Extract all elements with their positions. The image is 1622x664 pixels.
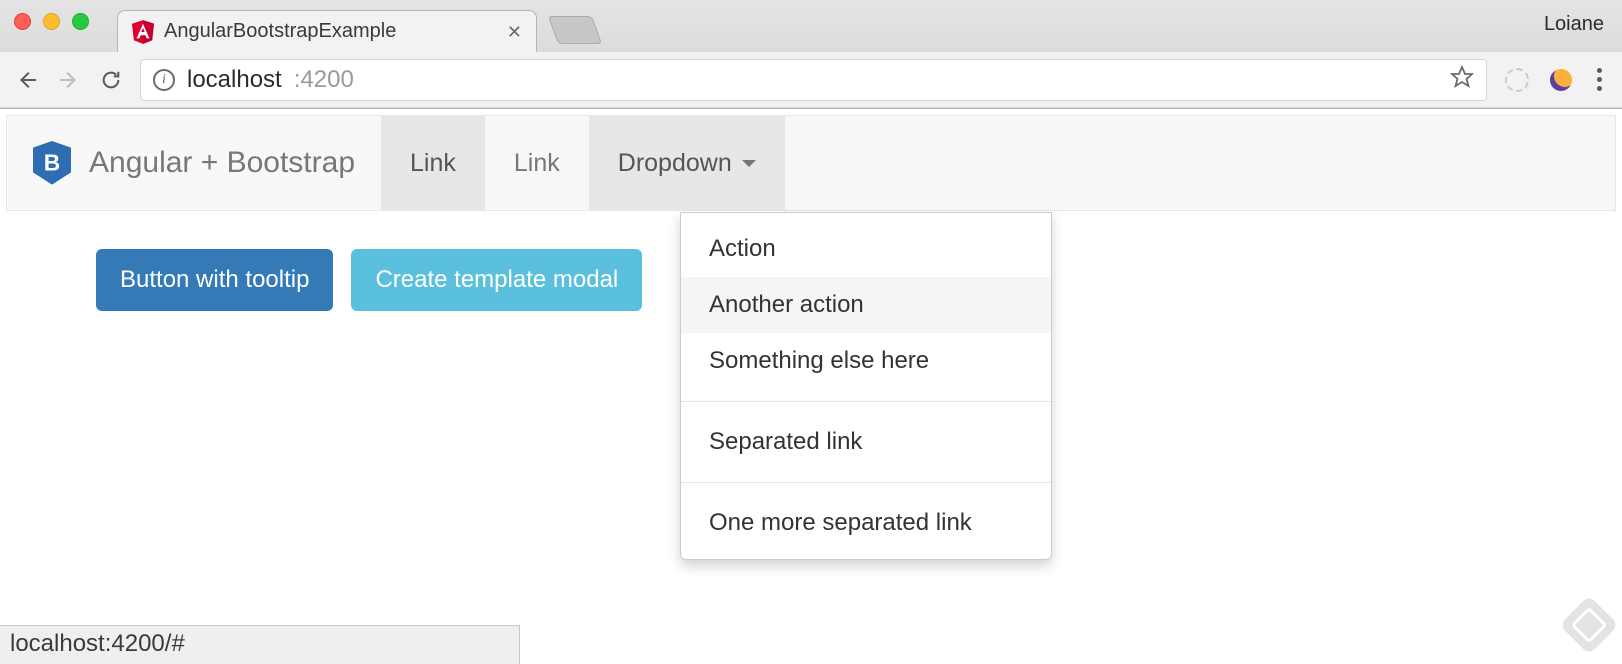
status-bar: localhost:4200/# [0,625,520,664]
close-window-button[interactable] [14,13,31,30]
tab-bar: AngularBootstrapExample ✕ Loiane [0,0,1622,52]
new-tab-button[interactable] [548,16,602,44]
app-navbar: B Angular + Bootstrap Link Link Dropdown… [6,115,1616,211]
dropdown-divider [681,401,1051,402]
brand-text: Angular + Bootstrap [89,146,355,180]
angular-icon [132,19,154,45]
feedly-extension-icon[interactable] [1559,595,1618,654]
close-tab-button[interactable]: ✕ [507,23,522,41]
create-modal-button[interactable]: Create template modal [351,249,642,311]
dropdown-item-separated-link[interactable]: Separated link [681,414,1051,470]
browser-toolbar: i localhost :4200 [0,52,1622,108]
svg-text:B: B [44,149,60,175]
tab-title: AngularBootstrapExample [164,20,396,43]
nav-dropdown-toggle[interactable]: Dropdown [589,116,785,210]
nav-link-label: Link [410,149,456,178]
url-host: localhost [187,66,282,94]
nav-link-label: Dropdown [618,149,732,178]
browser-chrome: AngularBootstrapExample ✕ Loiane i local… [0,0,1622,109]
url-port: :4200 [294,66,354,94]
dropdown-item-one-more[interactable]: One more separated link [681,495,1051,551]
tooltip-button[interactable]: Button with tooltip [96,249,333,311]
browser-menu-button[interactable] [1591,68,1608,91]
minimize-window-button[interactable] [43,13,60,30]
forward-button[interactable] [56,69,82,91]
extension-icon-1[interactable] [1503,66,1531,94]
address-bar[interactable]: i localhost :4200 [140,59,1487,101]
nav-link-2[interactable]: Link [485,116,589,210]
caret-down-icon [742,160,756,167]
nav-link-1[interactable]: Link [381,116,485,210]
back-button[interactable] [14,69,40,91]
profile-name[interactable]: Loiane [1544,13,1622,52]
maximize-window-button[interactable] [72,13,89,30]
nav-link-label: Link [514,149,560,178]
page-content: B Angular + Bootstrap Link Link Dropdown… [0,115,1622,343]
dropdown-divider [681,482,1051,483]
browser-tab[interactable]: AngularBootstrapExample ✕ [117,10,537,52]
dropdown-item-something-else[interactable]: Something else here [681,333,1051,389]
window-controls [14,13,117,52]
bootstrap-icon: B [33,141,71,185]
dropdown-item-action[interactable]: Action [681,221,1051,277]
reload-button[interactable] [98,69,124,91]
dropdown-menu: Action Another action Something else her… [680,212,1052,560]
dropdown-item-another-action[interactable]: Another action [681,277,1051,333]
site-info-icon[interactable]: i [153,69,175,91]
bookmark-star-icon[interactable] [1450,65,1474,94]
extension-icon-2[interactable] [1547,66,1575,94]
navbar-brand[interactable]: B Angular + Bootstrap [7,116,381,210]
